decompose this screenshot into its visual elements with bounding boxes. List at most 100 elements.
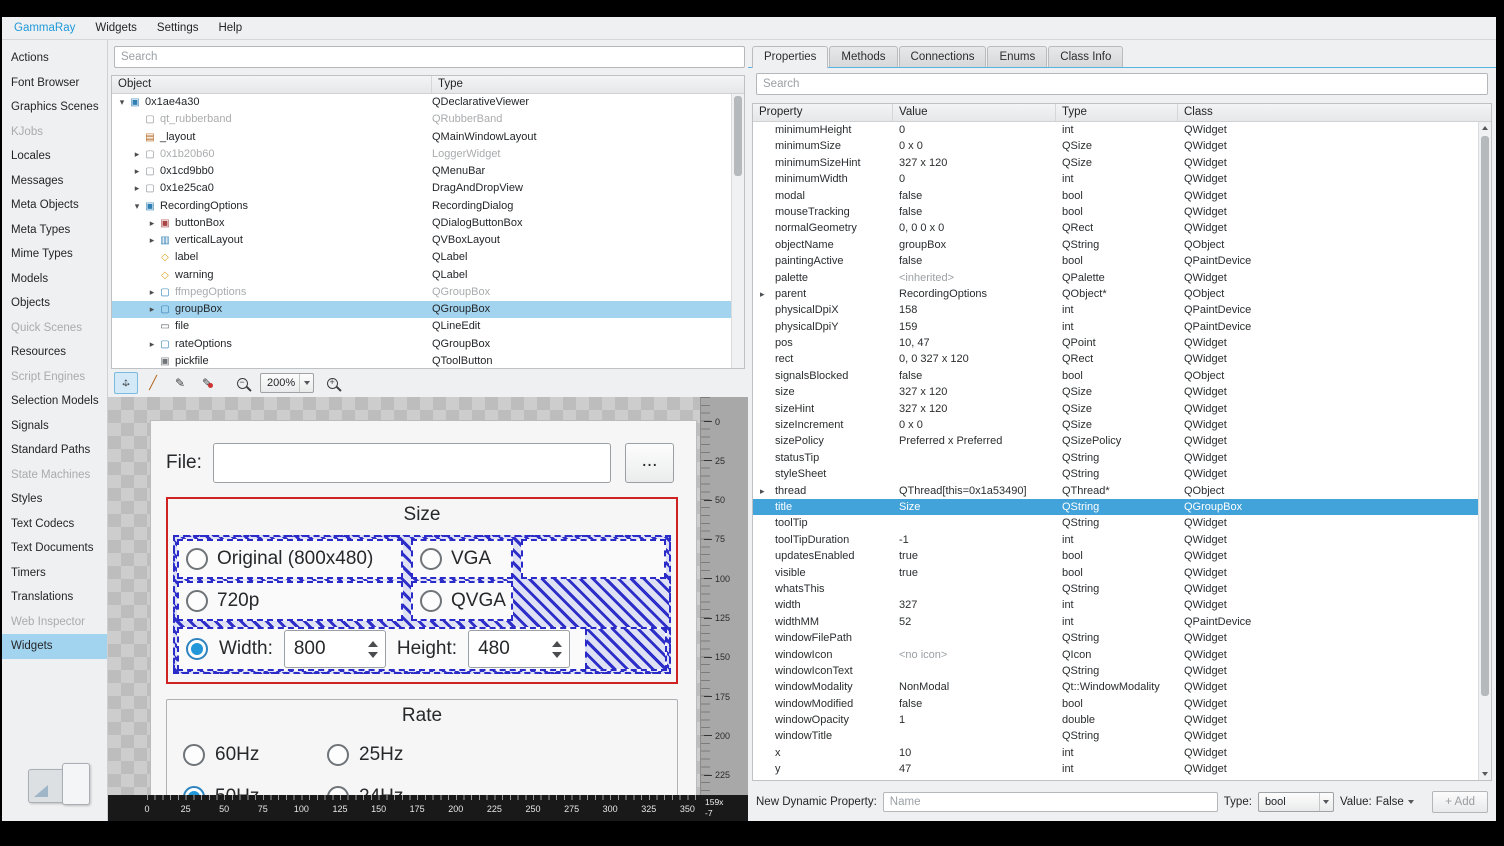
tree-row-0x1cd9bb0[interactable]: ▸▢0x1cd9bb0QMenuBar	[112, 163, 731, 180]
tab-connections[interactable]: Connections	[899, 46, 987, 67]
property-row-modal[interactable]: modalfalseboolQWidget	[753, 188, 1478, 204]
scroll-up-icon[interactable]	[1479, 122, 1491, 134]
tab-enums[interactable]: Enums	[987, 46, 1047, 67]
property-row-physicaldpiy[interactable]: physicalDpiY159intQPaintDevice	[753, 319, 1478, 335]
sidebar-item-kjobs[interactable]: KJobs	[2, 120, 107, 145]
sidebar-item-resources[interactable]: Resources	[2, 340, 107, 365]
column-header-property[interactable]: Property	[753, 104, 893, 121]
property-row-parent[interactable]: ▸parentRecordingOptionsQObject*QObject	[753, 286, 1478, 302]
property-row-title[interactable]: titleSizeQStringQGroupBox	[753, 499, 1478, 515]
column-header-object[interactable]: Object	[112, 76, 432, 93]
sidebar-item-locales[interactable]: Locales	[2, 144, 107, 169]
tree-row-recordingoptions[interactable]: ▾▣RecordingOptionsRecordingDialog	[112, 198, 731, 215]
expand-icon[interactable]: ▸	[131, 163, 143, 180]
tree-row-0x1ae4a30[interactable]: ▾▣0x1ae4a30QDeclarativeViewer	[112, 94, 731, 111]
property-row-visible[interactable]: visibletrueboolQWidget	[753, 565, 1478, 581]
expand-icon[interactable]: ▸	[146, 301, 158, 318]
property-row-sizehint[interactable]: sizeHint327 x 120QSizeQWidget	[753, 401, 1478, 417]
spinner-arrows-icon[interactable]	[368, 631, 378, 667]
property-row-minimumheight[interactable]: minimumHeight0intQWidget	[753, 122, 1478, 138]
sidebar-item-timers[interactable]: Timers	[2, 561, 107, 586]
sidebar-item-messages[interactable]: Messages	[2, 169, 107, 194]
sidebar-item-font-browser[interactable]: Font Browser	[2, 71, 107, 96]
tree-row-buttonbox[interactable]: ▸▣buttonBoxQDialogButtonBox	[112, 215, 731, 232]
property-row-mousetracking[interactable]: mouseTrackingfalseboolQWidget	[753, 204, 1478, 220]
radio-25hz[interactable]: 25Hz	[327, 744, 403, 766]
tree-row-ffmpegoptions[interactable]: ▸▢ffmpegOptionsQGroupBox	[112, 284, 731, 301]
expand-icon[interactable]: ▸	[146, 232, 158, 249]
property-row-whatsthis[interactable]: whatsThisQStringQWidget	[753, 581, 1478, 597]
property-row-widthmm[interactable]: widthMM52intQPaintDevice	[753, 614, 1478, 630]
menubar-item-settings[interactable]: Settings	[147, 18, 209, 39]
value-combo[interactable]: Value: False	[1340, 796, 1414, 808]
tab-class-info[interactable]: Class Info	[1048, 46, 1123, 67]
width-spinbox[interactable]: 800	[284, 630, 386, 668]
column-header-class[interactable]: Class	[1178, 104, 1491, 121]
column-header-value[interactable]: Value	[893, 104, 1056, 121]
sidebar-item-graphics-scenes[interactable]: Graphics Scenes	[2, 95, 107, 120]
property-row-windowtitle[interactable]: windowTitleQStringQWidget	[753, 728, 1478, 744]
property-row-y[interactable]: y47intQWidget	[753, 761, 1478, 777]
tab-methods[interactable]: Methods	[829, 46, 897, 67]
property-row-objectname[interactable]: objectNamegroupBoxQStringQObject	[753, 237, 1478, 253]
browse-file-button[interactable]: ...	[625, 443, 674, 483]
expand-icon[interactable]: ▸	[760, 483, 765, 499]
sidebar-item-signals[interactable]: Signals	[2, 414, 107, 439]
tree-row-0x1b20b60[interactable]: ▸▢0x1b20b60LoggerWidget	[112, 146, 731, 163]
property-row-signalsblocked[interactable]: signalsBlockedfalseboolQObject	[753, 368, 1478, 384]
tree-row-pickfile[interactable]: ▣pickfileQToolButton	[112, 353, 731, 369]
measure-pixels-button[interactable]: ╱	[141, 372, 165, 394]
expand-icon[interactable]: ▸	[131, 146, 143, 163]
menubar-item-widgets[interactable]: Widgets	[85, 18, 147, 39]
tree-row-0x1e25ca0[interactable]: ▸▢0x1e25ca0DragAndDropView	[112, 180, 731, 197]
expand-icon[interactable]: ▸	[760, 286, 765, 302]
radio-original-800x480[interactable]: Original (800x480)	[177, 539, 403, 579]
sidebar-item-quick-scenes[interactable]: Quick Scenes	[2, 316, 107, 341]
height-spinbox[interactable]: 480	[468, 630, 570, 668]
property-row-palette[interactable]: palette<inherited>QPaletteQWidget	[753, 270, 1478, 286]
property-row-x[interactable]: x10intQWidget	[753, 745, 1478, 761]
tree-row-layout[interactable]: ▤_layoutQMainWindowLayout	[112, 129, 731, 146]
sidebar-item-meta-types[interactable]: Meta Types	[2, 218, 107, 243]
menubar-item-help[interactable]: Help	[208, 18, 252, 39]
property-row-tooltipduration[interactable]: toolTipDuration-1intQWidget	[753, 532, 1478, 548]
color-picker-button[interactable]: ✎	[168, 372, 192, 394]
property-row-windowfilepath[interactable]: windowFilePathQStringQWidget	[753, 630, 1478, 646]
radio-vga[interactable]: VGA	[411, 539, 513, 579]
sidebar-item-widgets[interactable]: Widgets	[2, 634, 107, 659]
expand-icon[interactable]: ▸	[146, 336, 158, 353]
move-preview-button[interactable]	[114, 372, 138, 394]
widget-preview[interactable]: File: ... Size Original (800x480)	[108, 397, 748, 821]
property-search-input[interactable]	[756, 73, 1488, 95]
object-search-input[interactable]	[114, 46, 745, 68]
sidebar-item-state-machines[interactable]: State Machines	[2, 463, 107, 488]
property-row-windowicon[interactable]: windowIcon<no icon>QIconQWidget	[753, 647, 1478, 663]
property-table-scrollbar[interactable]	[1478, 122, 1491, 780]
radio-qvga[interactable]: QVGA	[411, 581, 513, 621]
radio-720p[interactable]: 720p	[177, 581, 403, 621]
sidebar-item-script-engines[interactable]: Script Engines	[2, 365, 107, 390]
expand-icon[interactable]: ▸	[131, 180, 143, 197]
tree-row-file[interactable]: ▭fileQLineEdit	[112, 318, 731, 335]
sidebar-item-standard-paths[interactable]: Standard Paths	[2, 438, 107, 463]
property-row-windowopacity[interactable]: windowOpacity1doubleQWidget	[753, 712, 1478, 728]
sidebar-item-text-codecs[interactable]: Text Codecs	[2, 512, 107, 537]
sidebar-item-text-documents[interactable]: Text Documents	[2, 536, 107, 561]
property-row-normalgeometry[interactable]: normalGeometry0, 0 0 x 0QRectQWidget	[753, 220, 1478, 236]
property-row-paintingactive[interactable]: paintingActivefalseboolQPaintDevice	[753, 253, 1478, 269]
scrollbar-handle[interactable]	[734, 96, 742, 176]
object-tree-scrollbar[interactable]	[731, 94, 744, 368]
type-combo[interactable]: bool	[1258, 792, 1334, 812]
tree-row-warning[interactable]: ◇warningQLabel	[112, 267, 731, 284]
property-row-width[interactable]: width327intQWidget	[753, 597, 1478, 613]
radio-60hz[interactable]: 60Hz	[183, 744, 259, 766]
sidebar-item-mime-types[interactable]: Mime Types	[2, 242, 107, 267]
property-row-size[interactable]: size327 x 120QSizeQWidget	[753, 384, 1478, 400]
column-header-type[interactable]: Type	[1056, 104, 1178, 121]
tree-row-verticallayout[interactable]: ▸▥verticalLayoutQVBoxLayout	[112, 232, 731, 249]
element-picker-button[interactable]: ✎	[195, 372, 219, 394]
sidebar-item-web-inspector[interactable]: Web Inspector	[2, 610, 107, 635]
tree-row-qt-rubberband[interactable]: ▢qt_rubberbandQRubberBand	[112, 111, 731, 128]
property-row-sizeincrement[interactable]: sizeIncrement0 x 0QSizeQWidget	[753, 417, 1478, 433]
property-row-windowicontext[interactable]: windowIconTextQStringQWidget	[753, 663, 1478, 679]
